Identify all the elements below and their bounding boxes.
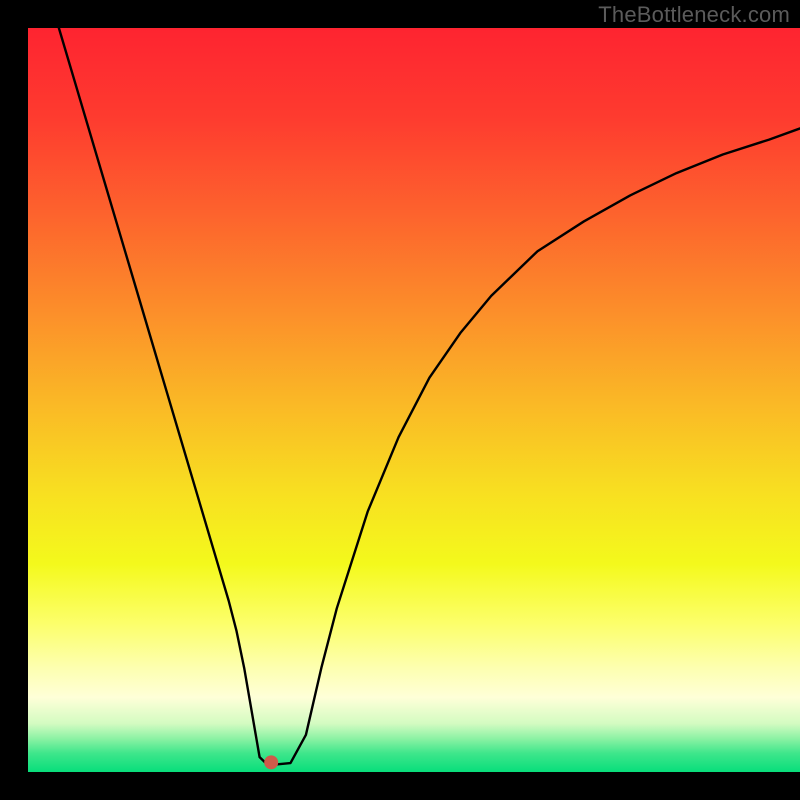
- optimal-point-marker: [264, 755, 278, 769]
- chart-frame: TheBottleneck.com: [0, 0, 800, 800]
- plot-background: [28, 28, 800, 772]
- bottleneck-chart: [0, 0, 800, 800]
